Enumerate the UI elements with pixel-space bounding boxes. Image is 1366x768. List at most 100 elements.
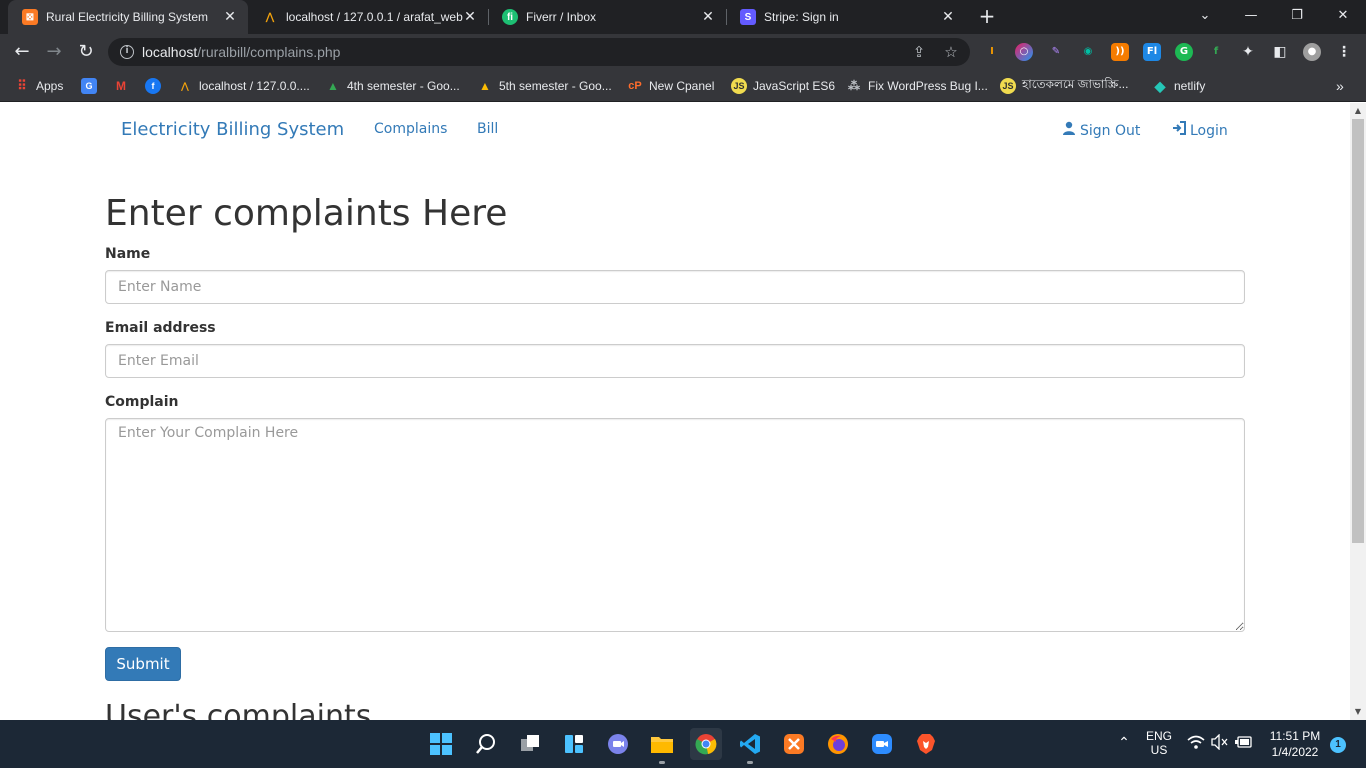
- extension-eye-icon[interactable]: ◉: [1079, 43, 1097, 61]
- minimize-button[interactable]: —: [1228, 0, 1274, 34]
- chrome-taskbar-icon[interactable]: [690, 728, 722, 760]
- tab-stripe[interactable]: S Stripe: Sign in ✕: [726, 0, 966, 34]
- name-label: Name: [105, 246, 151, 262]
- tab-fiverr[interactable]: fi Fiverr / Inbox ✕: [488, 0, 726, 34]
- clock-date: 1/4/2022: [1271, 745, 1319, 759]
- widgets-icon[interactable]: [558, 728, 590, 760]
- scrollbar-thumb[interactable]: [1352, 119, 1364, 543]
- bookmark-gmail[interactable]: M: [113, 76, 135, 96]
- input-language-indicator[interactable]: ENG US: [1142, 729, 1176, 757]
- scroll-down-arrow-icon[interactable]: ▼: [1350, 704, 1366, 720]
- show-hidden-icons-chevron-icon[interactable]: ⌃: [1114, 734, 1134, 751]
- bookmark-facebook[interactable]: f: [145, 76, 167, 96]
- email-input[interactable]: [105, 344, 1245, 378]
- extension-fl-icon[interactable]: Fl: [1143, 43, 1161, 61]
- language-region: US: [1150, 743, 1168, 757]
- extension-toby-icon[interactable]: Ⅰ: [983, 43, 1001, 61]
- vscode-icon[interactable]: [734, 728, 766, 764]
- nav-bill[interactable]: Bill: [477, 121, 498, 137]
- bookmark-star-icon[interactable]: ☆: [942, 43, 960, 61]
- bookmark-label: Fix WordPress Bug I...: [868, 79, 988, 93]
- page-scrollbar[interactable]: ▲ ▼: [1350, 103, 1366, 720]
- navbar-brand[interactable]: Electricity Billing System: [121, 119, 344, 140]
- side-panel-icon[interactable]: ◧: [1271, 43, 1289, 61]
- teams-chat-icon[interactable]: [602, 728, 634, 760]
- xampp-icon: ⊠: [22, 9, 38, 25]
- battery-icon[interactable]: [1234, 734, 1254, 753]
- bookmark-label: Apps: [36, 79, 64, 93]
- close-tab-icon[interactable]: ✕: [940, 8, 956, 24]
- share-icon[interactable]: ⇪: [910, 43, 928, 61]
- scroll-up-arrow-icon[interactable]: ▲: [1350, 103, 1366, 119]
- close-window-button[interactable]: ✕: [1320, 0, 1366, 34]
- windows-start-icon[interactable]: [425, 728, 457, 760]
- new-tab-button[interactable]: +: [976, 5, 998, 27]
- bookmark-fix-wordpress[interactable]: ⁂ Fix WordPress Bug I...: [846, 76, 988, 96]
- url-text: localhost/ruralbill/complains.php: [142, 44, 341, 60]
- notification-badge[interactable]: 1: [1330, 737, 1346, 753]
- language-code: ENG: [1145, 729, 1172, 743]
- bookmark-label: localhost / 127.0.0....: [199, 79, 310, 93]
- browser-tab-strip: ⊠ Rural Electricity Billing System ✕ ⋀ l…: [0, 0, 1366, 34]
- bookmark-netlify[interactable]: ◆ netlify: [1152, 76, 1206, 96]
- extensions-puzzle-icon[interactable]: ✦: [1239, 43, 1257, 61]
- xampp-taskbar-icon[interactable]: [778, 728, 810, 760]
- page-viewport: Electricity Billing System Complains Bil…: [0, 103, 1350, 720]
- name-input[interactable]: [105, 270, 1245, 304]
- page-title: Enter complaints Here: [105, 193, 508, 234]
- extension-feather-icon[interactable]: ✎: [1047, 43, 1065, 61]
- close-tab-icon[interactable]: ✕: [462, 8, 478, 24]
- nav-sign-out[interactable]: Sign Out: [1062, 121, 1140, 139]
- site-info-icon[interactable]: i: [120, 45, 134, 59]
- address-bar[interactable]: i localhost/ruralbill/complains.php ⇪ ☆: [108, 38, 970, 66]
- complain-label: Complain: [105, 394, 179, 410]
- bookmark-4th-semester[interactable]: ▲ 4th semester - Goo...: [325, 76, 460, 96]
- firefox-icon[interactable]: [822, 728, 854, 760]
- restore-button[interactable]: ❐: [1274, 0, 1320, 34]
- complain-textarea[interactable]: [105, 418, 1245, 632]
- bookmark-localhost[interactable]: ⋀ localhost / 127.0.0....: [177, 76, 310, 96]
- system-clock[interactable]: 11:51 PM 1/4/2022: [1264, 729, 1326, 759]
- back-arrow-icon[interactable]: ←: [10, 40, 34, 64]
- volume-muted-icon[interactable]: [1210, 733, 1230, 753]
- extension-rss-icon[interactable]: )): [1111, 43, 1129, 61]
- bookmark-label: JavaScript ES6: [753, 79, 836, 93]
- bookmark-apps[interactable]: ⠿ Apps: [14, 76, 63, 96]
- google-drive-icon: ▲: [327, 79, 339, 93]
- wifi-icon[interactable]: [1186, 734, 1206, 753]
- more-bookmarks-chevron-icon[interactable]: »: [1336, 76, 1344, 96]
- user-icon: [1062, 121, 1076, 139]
- chrome-menu-icon[interactable]: ⋮: [1335, 43, 1353, 61]
- forward-arrow-icon[interactable]: →: [42, 40, 66, 64]
- site-navbar: Electricity Billing System Complains Bil…: [0, 103, 1350, 155]
- tab-title: Rural Electricity Billing System: [46, 10, 209, 24]
- submit-button[interactable]: Submit: [105, 647, 181, 681]
- extension-f-icon[interactable]: f: [1207, 43, 1225, 61]
- brave-icon[interactable]: [910, 728, 942, 760]
- nav-login[interactable]: Login: [1172, 121, 1228, 139]
- bookmark-new-cpanel[interactable]: cP New Cpanel: [627, 76, 714, 96]
- gmail-icon: M: [116, 79, 126, 93]
- bookmark-5th-semester[interactable]: ▲ 5th semester - Goo...: [477, 76, 612, 96]
- close-tab-icon[interactable]: ✕: [700, 8, 716, 24]
- tab-search-icon[interactable]: ⌄: [1182, 0, 1228, 34]
- tab-phpmyadmin[interactable]: ⋀ localhost / 127.0.0.1 / arafat_web ✕: [248, 0, 488, 34]
- user-complaints-heading: User's complaints: [105, 699, 372, 720]
- search-icon[interactable]: [470, 728, 502, 760]
- nav-complains[interactable]: Complains: [374, 121, 447, 137]
- close-tab-icon[interactable]: ✕: [222, 8, 238, 24]
- tab-title: Fiverr / Inbox: [526, 10, 597, 24]
- bookmark-google-translate[interactable]: G: [81, 76, 103, 96]
- file-explorer-icon[interactable]: [646, 728, 678, 764]
- fiverr-icon: fi: [502, 9, 518, 25]
- tab-title: localhost / 127.0.0.1 / arafat_web: [286, 10, 463, 24]
- extension-grammarly-icon[interactable]: G: [1175, 43, 1193, 61]
- bookmark-bangla-js[interactable]: JS হাতেকলমে জাভাস্ক্রি...: [1000, 76, 1128, 96]
- zoom-icon[interactable]: [866, 728, 898, 760]
- profile-avatar[interactable]: ●: [1303, 43, 1321, 61]
- bookmark-javascript-es6[interactable]: JS JavaScript ES6: [731, 76, 835, 96]
- extension-colorpick-icon[interactable]: ○: [1015, 43, 1033, 61]
- reload-icon[interactable]: ↻: [74, 40, 98, 64]
- task-view-icon[interactable]: [514, 728, 546, 760]
- tab-rural-electricity[interactable]: ⊠ Rural Electricity Billing System ✕: [8, 0, 248, 34]
